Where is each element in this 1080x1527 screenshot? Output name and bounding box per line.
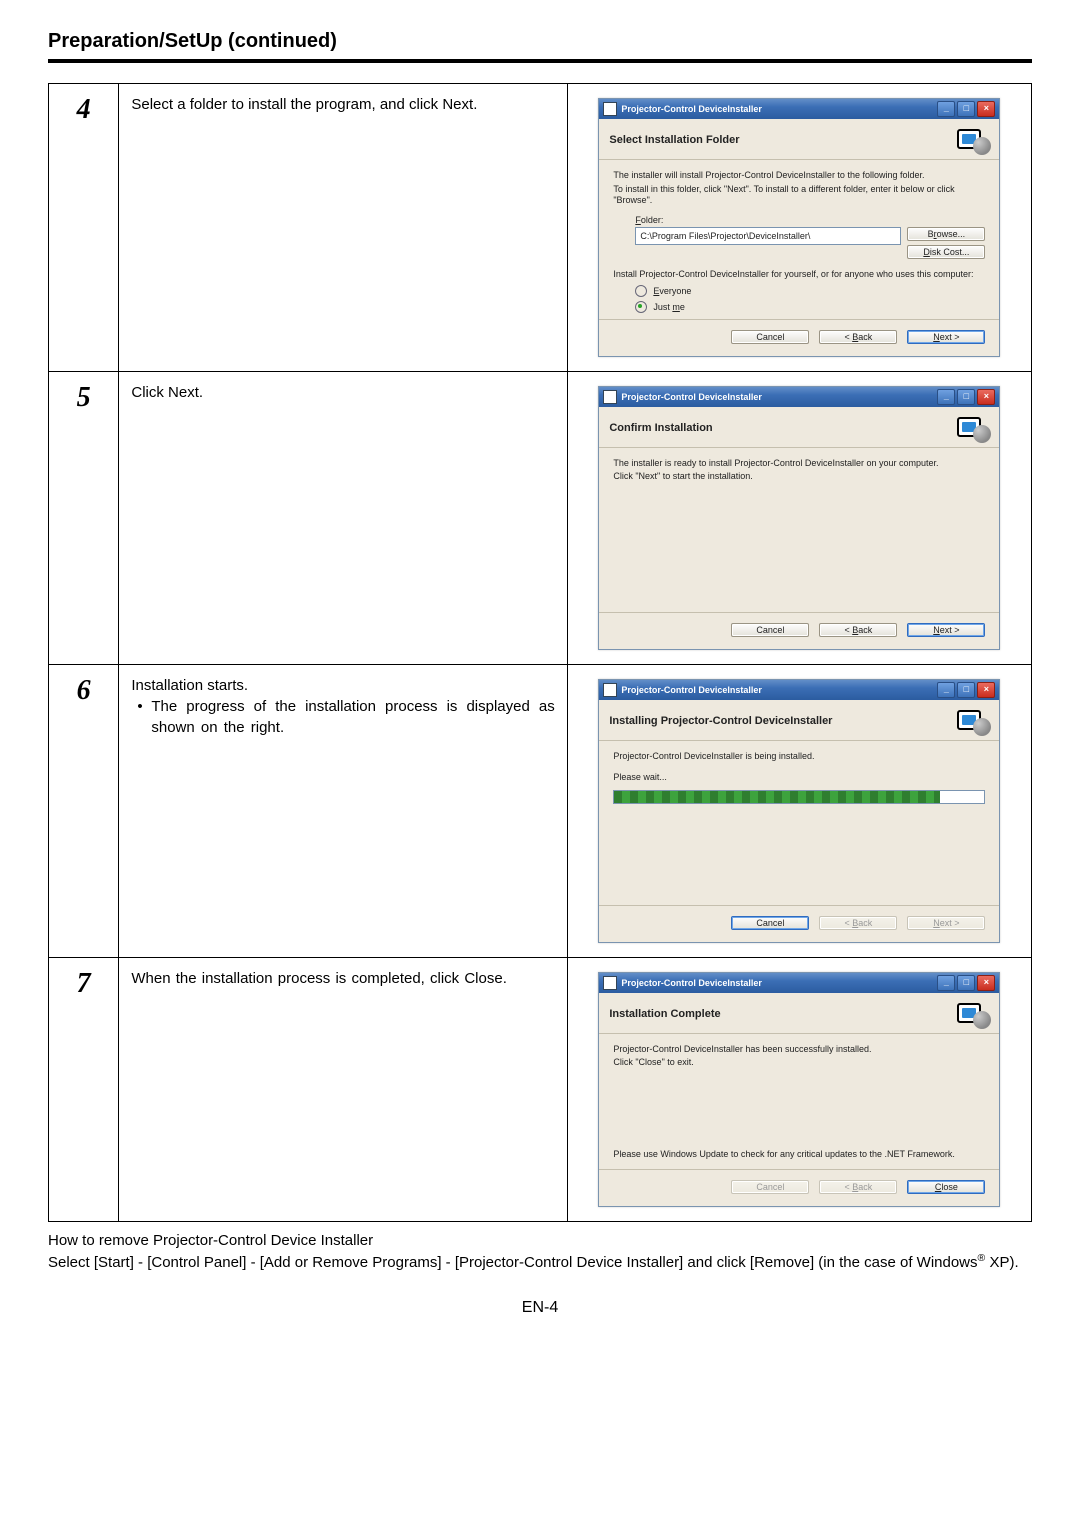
minimize-button[interactable]: _ bbox=[937, 975, 955, 991]
cancel-button[interactable]: Cancel bbox=[731, 916, 809, 930]
step-text-line: Installation starts. bbox=[131, 675, 554, 696]
step-text: Click Next. bbox=[119, 371, 567, 664]
minimize-button[interactable]: _ bbox=[937, 101, 955, 117]
next-button: Next > bbox=[907, 916, 985, 930]
step-bullet: The progress of the installation process… bbox=[131, 696, 554, 738]
installer-window: Projector-Control DeviceInstaller _ □ × … bbox=[598, 386, 1000, 650]
minimize-button[interactable]: _ bbox=[937, 682, 955, 698]
cancel-button[interactable]: Cancel bbox=[731, 330, 809, 344]
close-button[interactable]: Close bbox=[907, 1180, 985, 1194]
close-window-button[interactable]: × bbox=[977, 389, 995, 405]
maximize-button[interactable]: □ bbox=[957, 101, 975, 117]
projector-logo-icon bbox=[955, 127, 989, 153]
step-text: When the installation process is complet… bbox=[119, 957, 567, 1221]
dialog-text: Projector-Control DeviceInstaller has be… bbox=[613, 1044, 985, 1056]
folder-label: Folder: bbox=[635, 215, 985, 225]
dialog-text: Click "Close" to exit. bbox=[613, 1057, 985, 1069]
folder-input[interactable]: C:\Program Files\Projector\DeviceInstall… bbox=[635, 227, 901, 245]
maximize-button[interactable]: □ bbox=[957, 389, 975, 405]
remove-heading: How to remove Projector-Control Device I… bbox=[48, 1230, 1032, 1251]
next-button[interactable]: Next > bbox=[907, 623, 985, 637]
window-title: Projector-Control DeviceInstaller bbox=[621, 99, 762, 119]
cancel-button[interactable]: Cancel bbox=[731, 623, 809, 637]
dialog-text: The installer is ready to install Projec… bbox=[613, 458, 985, 470]
step-text: Select a folder to install the program, … bbox=[119, 84, 567, 372]
wait-text: Please wait... bbox=[613, 772, 985, 784]
installer-window: Projector-Control DeviceInstaller _ □ × … bbox=[598, 98, 1000, 357]
disk-cost-button[interactable]: Disk Cost... bbox=[907, 245, 985, 259]
dialog-heading: Installation Complete bbox=[609, 1008, 720, 1020]
maximize-button[interactable]: □ bbox=[957, 682, 975, 698]
dialog-text: Install Projector-Control DeviceInstalle… bbox=[613, 269, 985, 281]
everyone-radio[interactable] bbox=[635, 285, 647, 297]
back-button: < Back bbox=[819, 916, 897, 930]
page-number: EN-4 bbox=[48, 1299, 1032, 1317]
installer-window: Projector-Control DeviceInstaller _ □ × … bbox=[598, 972, 1000, 1207]
cancel-button: Cancel bbox=[731, 1180, 809, 1194]
everyone-label: Everyone bbox=[653, 286, 691, 296]
justme-label: Just me bbox=[653, 302, 685, 312]
dialog-text: The installer will install Projector-Con… bbox=[613, 170, 985, 182]
app-icon bbox=[603, 683, 617, 697]
progress-bar bbox=[613, 790, 985, 804]
steps-table: 4 Select a folder to install the program… bbox=[48, 83, 1032, 1222]
close-window-button[interactable]: × bbox=[977, 101, 995, 117]
projector-logo-icon bbox=[955, 415, 989, 441]
close-window-button[interactable]: × bbox=[977, 682, 995, 698]
step-number: 5 bbox=[49, 371, 119, 664]
window-title: Projector-Control DeviceInstaller bbox=[621, 680, 762, 700]
app-icon bbox=[603, 102, 617, 116]
app-icon bbox=[603, 390, 617, 404]
remove-body: Select [Start] - [Control Panel] - [Add … bbox=[48, 1251, 1032, 1273]
installer-window: Projector-Control DeviceInstaller _ □ × … bbox=[598, 679, 1000, 943]
step-number: 6 bbox=[49, 664, 119, 957]
close-window-button[interactable]: × bbox=[977, 975, 995, 991]
back-button: < Back bbox=[819, 1180, 897, 1194]
step-number: 7 bbox=[49, 957, 119, 1221]
projector-logo-icon bbox=[955, 708, 989, 734]
dialog-text: Click "Next" to start the installation. bbox=[613, 471, 985, 483]
step-number: 4 bbox=[49, 84, 119, 372]
justme-radio[interactable] bbox=[635, 301, 647, 313]
step-text: Installation starts. The progress of the… bbox=[119, 664, 567, 957]
divider bbox=[48, 59, 1032, 63]
window-title: Projector-Control DeviceInstaller bbox=[621, 387, 762, 407]
dialog-heading: Confirm Installation bbox=[609, 422, 712, 434]
maximize-button[interactable]: □ bbox=[957, 975, 975, 991]
app-icon bbox=[603, 976, 617, 990]
dialog-text: Please use Windows Update to check for a… bbox=[613, 1149, 985, 1161]
dialog-text: Projector-Control DeviceInstaller is bei… bbox=[613, 751, 985, 763]
minimize-button[interactable]: _ bbox=[937, 389, 955, 405]
dialog-text: To install in this folder, click "Next".… bbox=[613, 184, 985, 207]
back-button[interactable]: < Back bbox=[819, 330, 897, 344]
section-title: Preparation/SetUp (continued) bbox=[48, 30, 1032, 53]
projector-logo-icon bbox=[955, 1001, 989, 1027]
next-button[interactable]: Next > bbox=[907, 330, 985, 344]
window-title: Projector-Control DeviceInstaller bbox=[621, 973, 762, 993]
dialog-heading: Select Installation Folder bbox=[609, 134, 739, 146]
back-button[interactable]: < Back bbox=[819, 623, 897, 637]
dialog-heading: Installing Projector-Control DeviceInsta… bbox=[609, 715, 832, 727]
browse-button[interactable]: Browse... bbox=[907, 227, 985, 241]
